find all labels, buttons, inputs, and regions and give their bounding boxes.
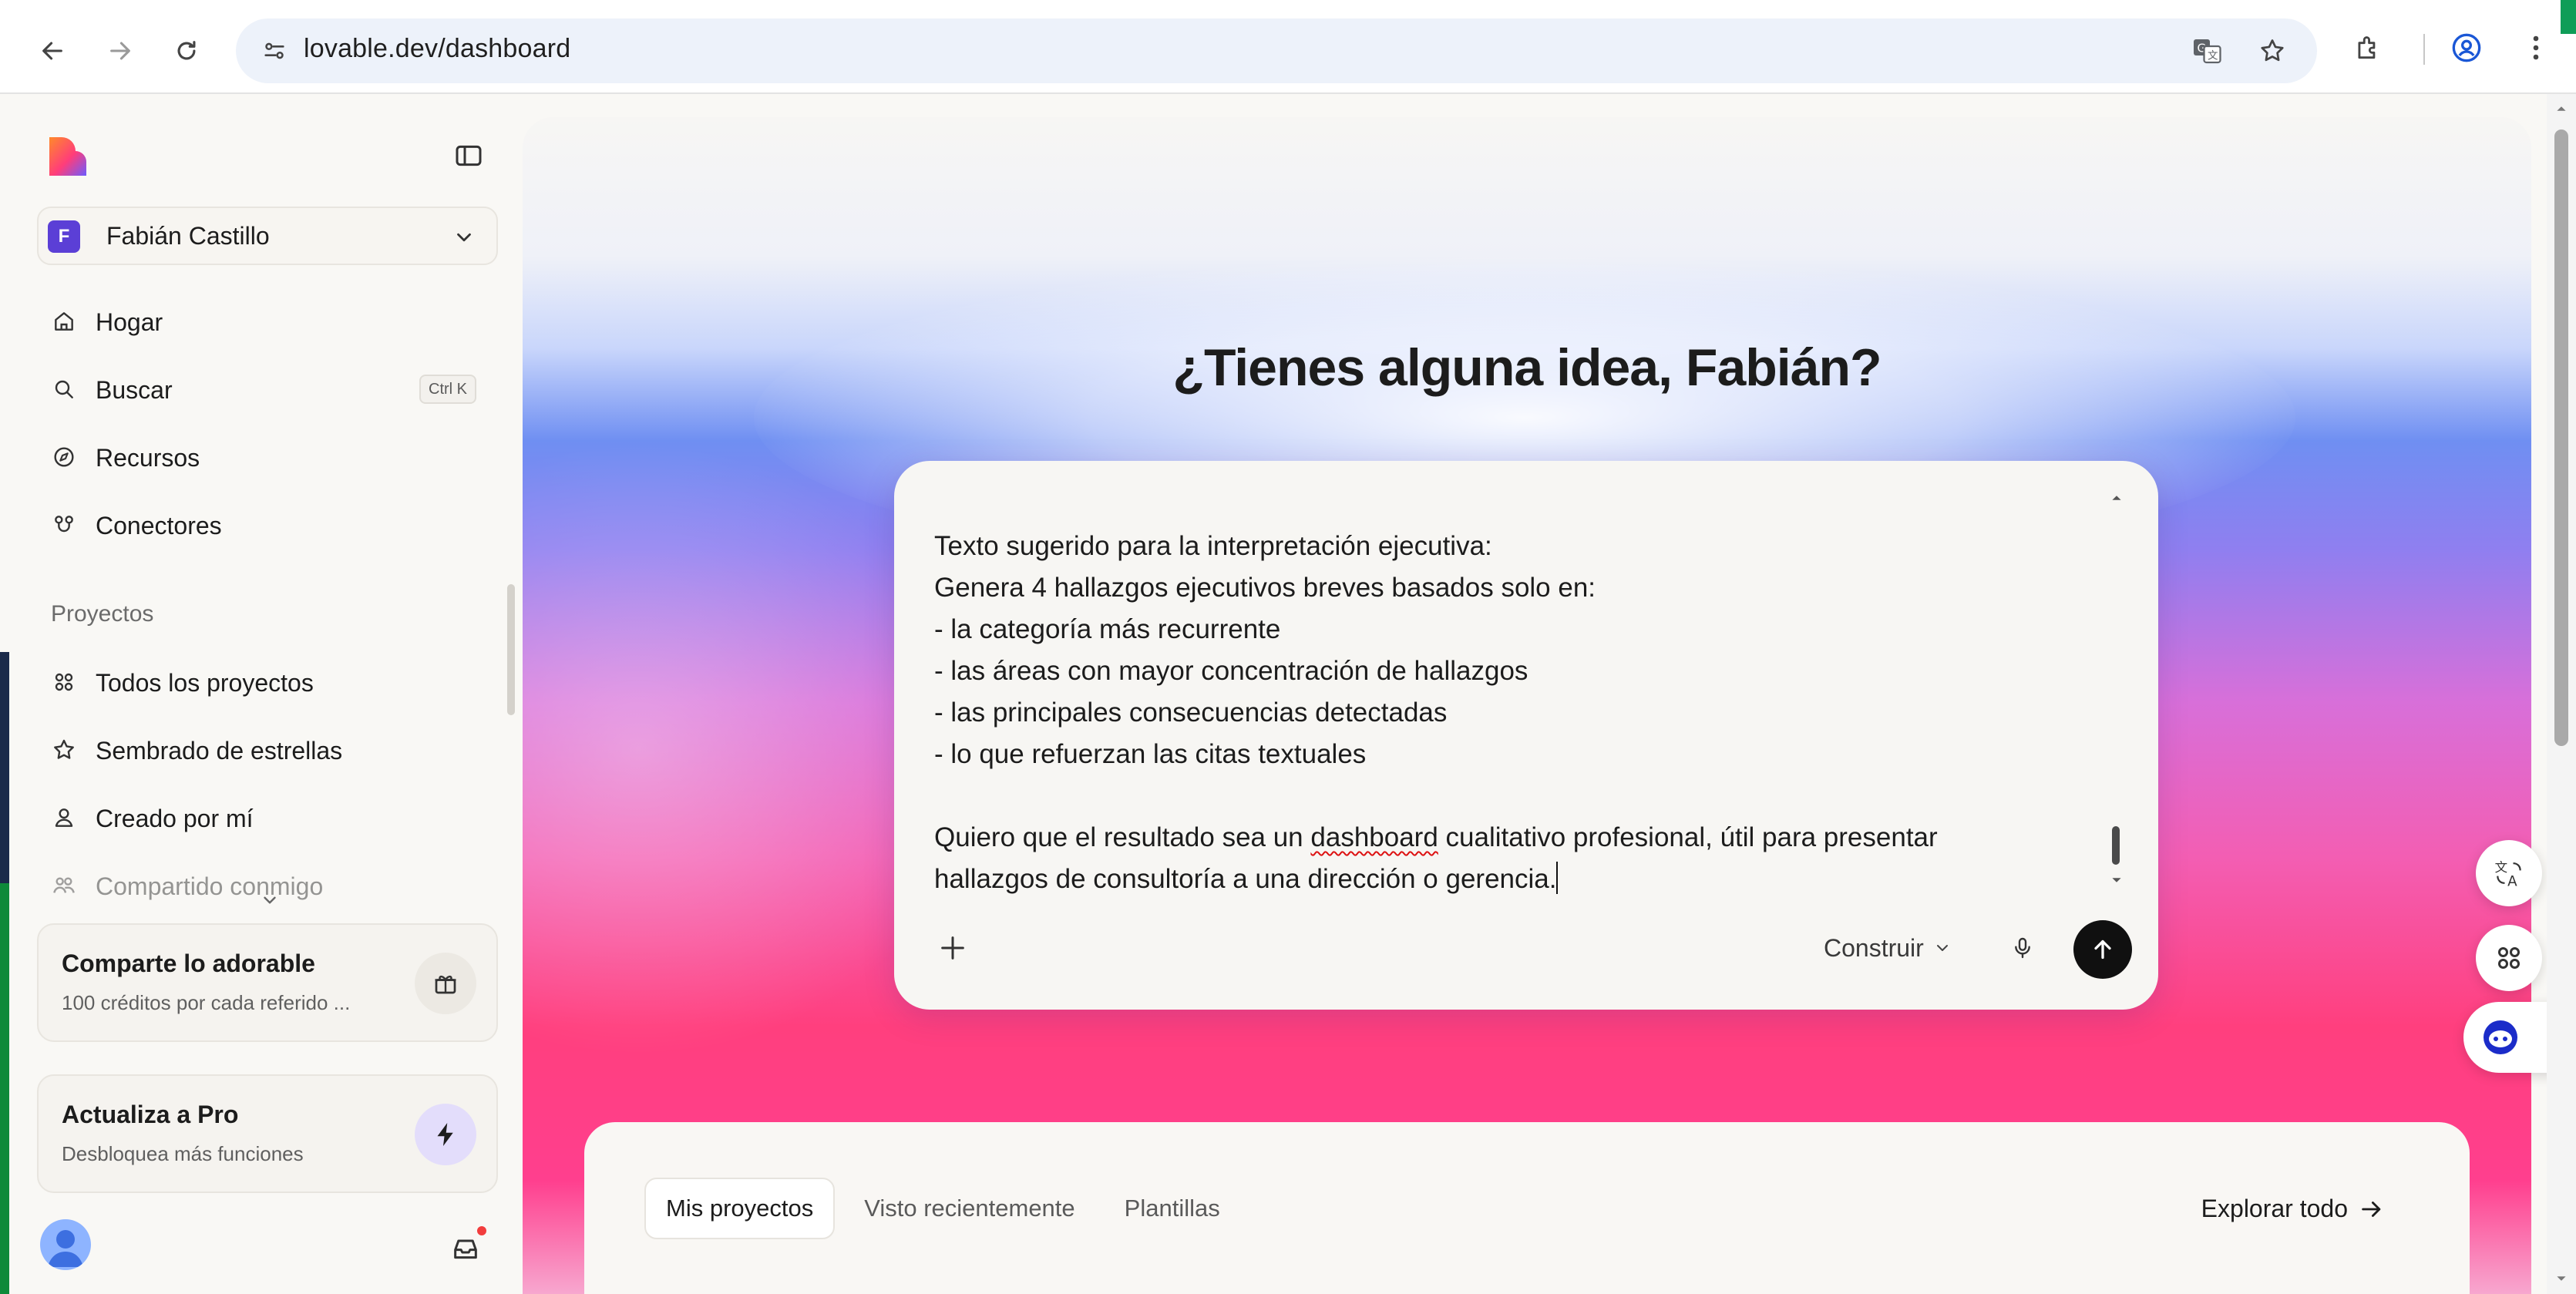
browser-toolbar: lovable.dev/dashboard G文 [0,0,2576,94]
translate-page-icon[interactable]: G文 [2186,31,2229,71]
address-bar[interactable]: lovable.dev/dashboard G文 [236,18,2317,83]
home-icon [48,305,80,338]
background-window-edge [0,883,9,1294]
tab-recently-viewed[interactable]: Visto recientemente [844,1178,1095,1239]
page-scroll-up-icon[interactable] [2553,100,2570,117]
sidebar: F Fabián Castillo Hogar Buscar Ctrl K Re… [0,94,521,1294]
mode-selector[interactable]: Construir [1824,928,1952,968]
svg-text:文: 文 [2208,50,2218,62]
sidebar-item-label: Recursos [96,444,200,472]
prompt-composer: Texto sugerido para la interpretación ej… [894,461,2158,1125]
projects-tabs: Mis proyectos Visto recientemente Planti… [644,1178,1240,1239]
sidebar-item-label: Conectores [96,512,222,539]
plus-icon [941,936,964,960]
sidebar-toggle-icon[interactable] [446,133,492,179]
sidebar-item-label: Compartido conmigo [96,872,324,900]
forward-icon[interactable] [99,29,142,72]
search-icon [48,373,80,405]
projects-heading: Proyectos [51,601,154,627]
extensions-icon[interactable] [2343,23,2393,72]
sidebar-item-label: Sembrado de estrellas [96,737,343,765]
bookmark-star-icon[interactable] [2251,31,2294,71]
gift-icon[interactable] [415,953,476,1014]
main-hero: ¿Tienes alguna idea, Fabián? Texto suger… [523,117,2531,1294]
share-card-subtitle: 100 créditos por cada referido ... [62,991,351,1014]
connectors-icon [48,509,80,541]
share-referral-card[interactable]: Comparte lo adorable 100 créditos por ca… [37,923,498,1042]
arrow-up-icon [2094,939,2111,960]
user-icon [48,802,80,834]
sidebar-item-all-projects[interactable]: Todos los proyectos [37,655,498,709]
sidebar-item-label: Buscar [96,376,173,404]
lovable-logo[interactable] [45,134,91,180]
prompt-text-misspelled: dashboard [1310,822,1438,852]
browser-menu-icon[interactable] [2511,23,2561,72]
sidebar-item-connectors[interactable]: Conectores [37,498,498,552]
sidebar-item-label: Creado por mí [96,805,254,832]
mode-label: Construir [1824,933,1924,962]
projects-panel: Mis proyectos Visto recientemente Planti… [584,1122,2470,1294]
reload-icon[interactable] [165,29,208,72]
text-caret [1556,862,1559,894]
back-icon[interactable] [31,29,74,72]
sidebar-item-label: Todos los proyectos [96,669,314,697]
prompt-text-before: Texto sugerido para la interpretación ej… [934,531,1596,852]
sidebar-item-created-by-me[interactable]: Creado por mí [37,791,498,845]
url-text[interactable]: lovable.dev/dashboard [304,34,570,64]
upgrade-pro-card[interactable]: Actualiza a Pro Desbloquea más funciones [37,1074,498,1193]
sidebar-item-home[interactable]: Hogar [37,294,498,348]
svg-text:A: A [2507,874,2517,890]
toolbar-divider [2423,34,2425,65]
sidebar-item-search[interactable]: Buscar Ctrl K [37,362,498,416]
scroll-more-chevron-icon[interactable] [256,886,284,914]
add-attachment-button[interactable] [928,923,977,973]
upgrade-card-title: Actualiza a Pro [62,1101,239,1128]
sidebar-scrollbar[interactable] [507,584,515,715]
upgrade-card-subtitle: Desbloquea más funciones [62,1142,304,1165]
background-window-edge [0,652,9,883]
notification-dot [475,1224,489,1238]
share-card-title: Comparte lo adorable [62,949,315,977]
translate-icon: 文A [2495,860,2521,890]
tab-templates[interactable]: Plantillas [1105,1178,1240,1239]
star-icon [48,734,80,766]
workspace-name: Fabián Castillo [106,222,270,250]
explore-all-label: Explorar todo [2201,1195,2348,1222]
site-settings-icon[interactable] [253,29,296,72]
profile-icon[interactable] [2442,23,2491,72]
grid-icon [2498,947,2520,969]
sidebar-item-label: Hogar [96,308,163,336]
translate-extension-button[interactable]: 文A [2476,840,2542,906]
chevron-down-icon [1936,945,1948,951]
svg-text:文: 文 [2495,860,2508,875]
apps-extension-button[interactable] [2476,925,2542,991]
prompt-input[interactable]: Texto sugerido para la interpretación ej… [934,526,2075,896]
tab-my-projects[interactable]: Mis proyectos [644,1178,836,1239]
arrow-right-icon [2362,1201,2381,1217]
workspace-switcher[interactable]: F Fabián Castillo [37,207,498,265]
send-button[interactable] [2073,920,2132,979]
scroll-down-arrow-icon[interactable] [2107,871,2126,889]
page-title: ¿Tienes alguna idea, Fabián? [1172,338,1882,397]
chevron-down-icon [447,220,481,254]
grid-icon [48,666,80,698]
lightning-icon[interactable] [415,1104,476,1165]
explore-all-link[interactable]: Explorar todo [2201,1195,2385,1223]
window-edge-strip [2561,0,2576,34]
page-scroll-down-icon[interactable] [2553,1270,2570,1287]
sidebar-item-resources[interactable]: Recursos [37,430,498,484]
prompt-scrollbar-thumb[interactable] [2112,826,2120,865]
prompt-card: Texto sugerido para la interpretación ej… [894,461,2158,1010]
assistant-robot-icon [2484,1020,2517,1054]
shortcut-badge: Ctrl K [419,375,476,404]
workspace-avatar: F [48,220,80,253]
users-icon [48,869,80,902]
avatar[interactable] [40,1219,91,1270]
page-scrollbar-thumb[interactable] [2554,129,2568,746]
scroll-up-arrow-icon[interactable] [2107,489,2126,507]
sidebar-item-starred[interactable]: Sembrado de estrellas [37,723,498,777]
microphone-icon[interactable] [2001,926,2044,970]
compass-icon [48,441,80,473]
